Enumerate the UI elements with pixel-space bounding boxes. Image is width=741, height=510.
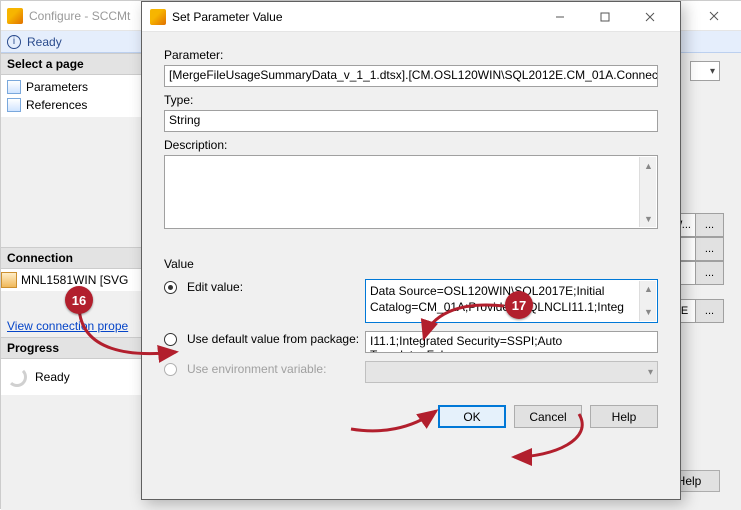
connection-header: Connection bbox=[1, 247, 141, 269]
scrollbar[interactable]: ▲ ▼ bbox=[639, 157, 656, 227]
select-page-header: Select a page bbox=[1, 53, 141, 75]
default-value-row: Use default value from package: I11.1;In… bbox=[164, 331, 658, 353]
connection-server: MNL1581WIN [SVG bbox=[1, 272, 141, 288]
env-var-label: Use environment variable: bbox=[187, 361, 361, 376]
configure-icon bbox=[7, 8, 23, 24]
default-value-radio[interactable] bbox=[164, 333, 177, 346]
default-value-input[interactable]: I11.1;Integrated Security=SSPI;Auto Tran… bbox=[365, 331, 658, 353]
nav-item-references[interactable]: References bbox=[1, 96, 141, 114]
value-label: Value bbox=[164, 257, 658, 271]
dialog-help-button[interactable]: Help bbox=[590, 405, 658, 428]
left-pane: Select a page Parameters References Conn… bbox=[1, 53, 141, 510]
grid-browse-button[interactable]: ... bbox=[695, 213, 724, 237]
env-var-row: Use environment variable: bbox=[164, 361, 658, 383]
view-connection-properties-link[interactable]: View connection prope bbox=[1, 319, 141, 333]
dialog-titlebar: Set Parameter Value bbox=[142, 2, 680, 32]
progress-text: Ready bbox=[35, 370, 70, 384]
env-var-radio bbox=[164, 363, 177, 376]
description-field[interactable]: ▲ ▼ bbox=[164, 155, 658, 229]
dialog-close-button[interactable] bbox=[627, 3, 672, 31]
nav-item-parameters[interactable]: Parameters bbox=[1, 78, 141, 96]
grid-browse-button[interactable]: ... bbox=[695, 261, 724, 285]
type-field[interactable]: String bbox=[164, 110, 658, 132]
dialog-title: Set Parameter Value bbox=[172, 10, 283, 24]
configure-title: Configure - SCCMt bbox=[29, 9, 130, 23]
dialog-icon bbox=[150, 9, 166, 25]
callout-badge-16: 16 bbox=[65, 286, 93, 314]
ok-button[interactable]: OK bbox=[438, 405, 506, 428]
scroll-down-icon[interactable]: ▼ bbox=[640, 304, 657, 321]
env-var-select bbox=[365, 361, 658, 383]
progress-body: Ready bbox=[1, 359, 141, 395]
parameter-label: Parameter: bbox=[164, 48, 658, 62]
page-icon bbox=[7, 80, 21, 94]
description-label: Description: bbox=[164, 138, 658, 152]
edit-value-radio[interactable] bbox=[164, 281, 177, 294]
progress-header: Progress bbox=[1, 337, 141, 359]
dialog-minimize-button[interactable] bbox=[537, 3, 582, 31]
grid-browse-button[interactable]: ... bbox=[695, 299, 724, 323]
dialog-body: Parameter: [MergeFileUsageSummaryData_v_… bbox=[142, 32, 680, 440]
server-icon bbox=[1, 272, 17, 288]
set-parameter-value-dialog: Set Parameter Value Parameter: [MergeFil… bbox=[141, 1, 681, 500]
dialog-maximize-button[interactable] bbox=[582, 3, 627, 31]
scroll-down-icon[interactable]: ▼ bbox=[640, 210, 657, 227]
default-value-label[interactable]: Use default value from package: bbox=[187, 331, 361, 346]
scrollbar[interactable]: ▲ ▼ bbox=[639, 281, 656, 321]
page-icon bbox=[7, 98, 21, 112]
nav-label: References bbox=[26, 98, 87, 112]
parameter-field[interactable]: [MergeFileUsageSummaryData_v_1_1.dtsx].[… bbox=[164, 65, 658, 87]
nav-list: Parameters References bbox=[1, 75, 141, 117]
nav-label: Parameters bbox=[26, 80, 88, 94]
info-icon: i bbox=[7, 35, 21, 49]
dialog-buttons: OK Cancel Help bbox=[164, 405, 658, 428]
scroll-up-icon[interactable]: ▲ bbox=[640, 157, 657, 174]
type-label: Type: bbox=[164, 93, 658, 107]
background-dropdown[interactable] bbox=[690, 61, 720, 81]
scroll-up-icon[interactable]: ▲ bbox=[640, 281, 657, 298]
cancel-button[interactable]: Cancel bbox=[514, 405, 582, 428]
callout-badge-17: 17 bbox=[505, 291, 533, 319]
edit-value-text: Data Source=OSL120WIN\SQL2017E;Initial C… bbox=[370, 284, 624, 314]
edit-value-label[interactable]: Edit value: bbox=[187, 279, 361, 294]
server-name: MNL1581WIN [SVG bbox=[21, 273, 128, 287]
edit-value-row: Edit value: Data Source=OSL120WIN\SQL201… bbox=[164, 279, 658, 323]
close-button[interactable] bbox=[691, 2, 736, 30]
grid-browse-button[interactable]: ... bbox=[695, 237, 724, 261]
progress-spinner-icon bbox=[7, 367, 27, 387]
ready-text: Ready bbox=[27, 35, 62, 49]
